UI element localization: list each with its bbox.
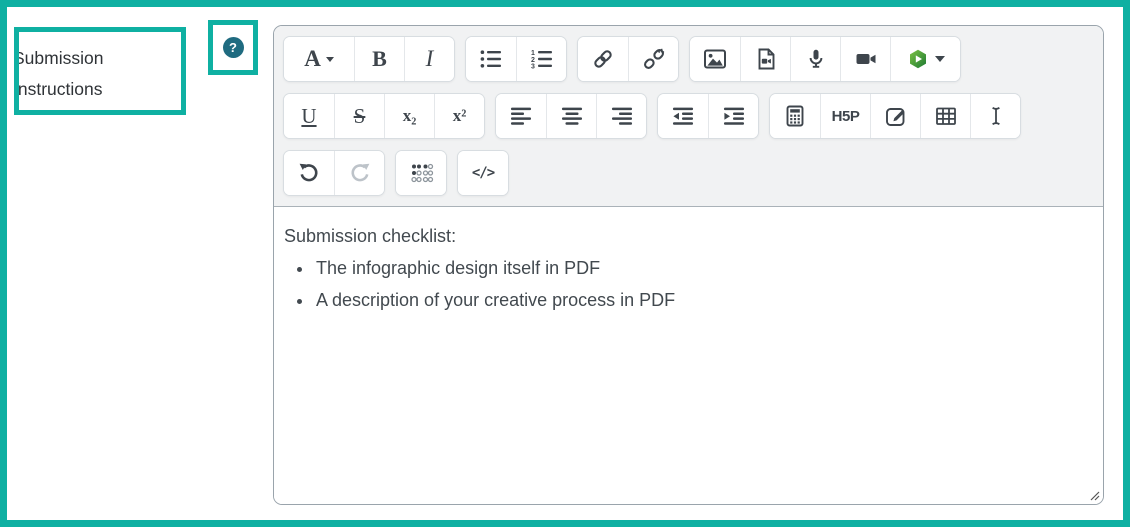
text-cursor-button[interactable] (970, 94, 1020, 138)
form-field-frame: Submission Instructions ? A B I 1 2 3 U … (0, 0, 1130, 527)
insert-image-button[interactable] (690, 37, 740, 81)
code-icon: </> (471, 165, 495, 181)
toolbar-row-2: U S x₂ x² H5P (283, 93, 1094, 139)
chevron-down-icon (935, 56, 945, 62)
indent-icon (723, 107, 744, 125)
undo-icon (299, 163, 318, 182)
unordered-list-button[interactable] (466, 37, 516, 81)
screenreader-helper-button[interactable] (396, 151, 446, 195)
history-group (283, 150, 385, 196)
undo-button[interactable] (284, 151, 334, 195)
unlink-button[interactable] (628, 37, 678, 81)
strikethrough-button[interactable]: S (334, 94, 384, 138)
subscript-icon: x₂ (402, 106, 417, 125)
bold-icon: B (372, 46, 387, 71)
link-group (577, 36, 679, 82)
unlink-icon (643, 48, 664, 69)
h5p-button[interactable]: H5P (820, 94, 870, 138)
underline-button[interactable]: U (284, 94, 334, 138)
subscript-button[interactable]: x₂ (384, 94, 434, 138)
microphone-icon (809, 49, 822, 68)
field-label-highlight-box: Submission Instructions (14, 27, 186, 115)
list-item: The infographic design itself in PDF (314, 252, 1093, 284)
redo-icon (351, 163, 369, 182)
superscript-button[interactable]: x² (434, 94, 484, 138)
svg-text:3: 3 (531, 64, 535, 71)
align-center-button[interactable] (546, 94, 596, 138)
italic-button[interactable]: I (404, 37, 454, 81)
redo-button[interactable] (334, 151, 384, 195)
list-item: A description of your creative process i… (314, 284, 1093, 316)
record-video-button[interactable] (840, 37, 890, 81)
ordered-list-button[interactable]: 1 2 3 (516, 37, 566, 81)
list-group: 1 2 3 (465, 36, 567, 82)
text-cursor-icon (991, 107, 1000, 125)
text-style-group: A B I (283, 36, 455, 82)
format-group: U S x₂ x² (283, 93, 485, 139)
link-button[interactable] (578, 37, 628, 81)
content-bullet-list: The infographic design itself in PDF A d… (284, 252, 1093, 316)
align-center-icon (561, 107, 582, 125)
media-plugin-dropdown-button[interactable] (890, 37, 960, 81)
editor-toolbar: A B I 1 2 3 U S x₂ x² H5P </> (274, 26, 1103, 207)
table-button[interactable] (920, 94, 970, 138)
indent-group (657, 93, 759, 139)
media-file-icon (758, 48, 774, 70)
h5p-icon: H5P (831, 107, 860, 125)
italic-icon: I (425, 46, 434, 71)
green-media-plugin-icon (910, 49, 926, 69)
html-source-button[interactable]: </> (458, 151, 508, 195)
outdent-icon (673, 107, 693, 125)
align-right-icon (611, 107, 632, 125)
link-icon (594, 50, 612, 68)
indent-button[interactable] (708, 94, 758, 138)
pencil-square-button[interactable] (870, 94, 920, 138)
insert-tools-group: H5P (769, 93, 1021, 139)
numbered-list-icon: 1 2 3 (531, 50, 552, 71)
align-group (495, 93, 647, 139)
pencil-square-icon (885, 108, 904, 126)
underline-icon: U (301, 103, 317, 128)
resize-handle[interactable] (1087, 488, 1100, 501)
equation-button[interactable] (770, 94, 820, 138)
help-icon[interactable]: ? (222, 37, 244, 58)
table-icon (935, 107, 956, 125)
content-heading: Submission checklist: (284, 226, 457, 246)
field-label: Submission Instructions (14, 48, 104, 99)
braille-dots-icon (411, 163, 434, 183)
toolbar-row-3: </> (283, 150, 1094, 196)
outdent-button[interactable] (658, 94, 708, 138)
image-icon (704, 49, 726, 69)
help-icon-highlight-box: ? (208, 20, 258, 75)
bold-button[interactable]: B (354, 37, 404, 81)
calculator-icon (786, 105, 804, 127)
chevron-down-icon (325, 56, 334, 62)
align-left-icon (511, 107, 531, 125)
paragraph-styles-button[interactable]: A (284, 37, 354, 81)
toolbar-row-1: A B I 1 2 3 (283, 36, 1094, 82)
help-glyph: ? (229, 40, 237, 55)
source-group: </> (457, 150, 509, 196)
insert-media-button[interactable] (740, 37, 790, 81)
superscript-icon: x² (452, 106, 467, 125)
media-group (689, 36, 961, 82)
align-left-button[interactable] (496, 94, 546, 138)
bullet-list-icon (480, 50, 501, 68)
rich-text-editor: A B I 1 2 3 U S x₂ x² H5P </> Submission… (273, 25, 1104, 505)
editor-textarea[interactable]: Submission checklist: The infographic de… (274, 207, 1103, 504)
align-right-button[interactable] (596, 94, 646, 138)
video-camera-icon (856, 54, 875, 64)
record-audio-button[interactable] (790, 37, 840, 81)
paragraph-styles-label: A (304, 46, 321, 71)
accessibility-group (395, 150, 447, 196)
strikethrough-icon: S (353, 103, 366, 128)
